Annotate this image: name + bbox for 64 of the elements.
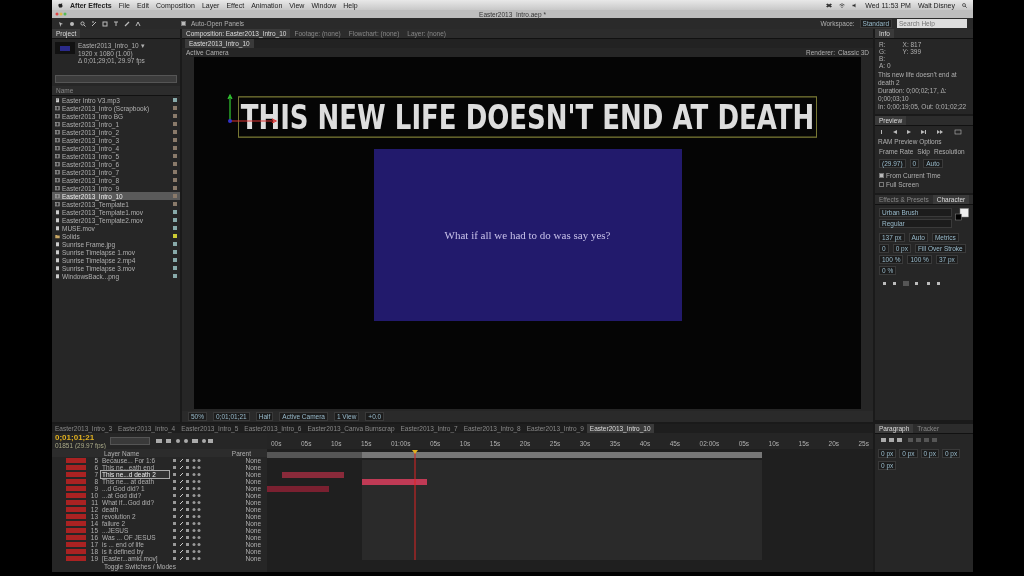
layer-switches-icon[interactable]	[172, 528, 202, 533]
layer-switches-icon[interactable]	[172, 521, 202, 526]
layer-label-swatch	[66, 507, 86, 512]
layer-label-swatch	[66, 528, 86, 533]
layer-label-swatch	[66, 486, 86, 491]
layer-label-swatch	[66, 479, 86, 484]
comp-thumbnail	[55, 42, 75, 54]
layer-label-swatch	[66, 472, 86, 477]
comp-icon	[55, 105, 60, 111]
comp-icon	[55, 153, 60, 159]
layer-label-swatch	[66, 535, 86, 540]
checkbox[interactable]	[181, 21, 186, 26]
layer-switches-icon[interactable]	[172, 542, 202, 547]
checkbox[interactable]	[879, 173, 884, 178]
fill-stroke-swatch-icon[interactable]	[955, 208, 969, 222]
layer-label-swatch	[66, 542, 86, 547]
comp-icon	[55, 169, 60, 175]
layer-switches-icon[interactable]	[172, 472, 202, 477]
comp-icon	[55, 193, 60, 199]
layer-switches-icon[interactable]	[172, 556, 202, 561]
layer-label-swatch	[66, 465, 86, 470]
layer-label-swatch	[66, 521, 86, 526]
search-field[interactable]	[55, 75, 177, 83]
comp-icon	[55, 129, 60, 135]
comp-icon	[55, 185, 60, 191]
tool-icon[interactable]	[80, 20, 86, 27]
checkbox[interactable]	[879, 182, 884, 187]
headline-text[interactable]: THIS NEW LIFE DOESN'T END AT DEATH	[237, 96, 818, 138]
tool-icon[interactable]	[91, 20, 97, 27]
question-text[interactable]: What if all we had to do was say yes?	[444, 229, 611, 241]
layer-switches-icon[interactable]	[172, 486, 202, 491]
comp-icon	[55, 137, 60, 143]
comp-icon	[55, 201, 60, 207]
layer-label-swatch	[66, 493, 86, 498]
search-field[interactable]	[109, 437, 150, 445]
current-time[interactable]: 0;01;01;21	[55, 433, 106, 442]
layer-switches-icon[interactable]	[172, 493, 202, 498]
layer-switches-icon[interactable]	[172, 535, 202, 540]
wifi-icon[interactable]	[839, 2, 846, 8]
layer-label-swatch	[66, 514, 86, 519]
layer-switches-icon[interactable]	[172, 479, 202, 484]
tool-icon[interactable]	[102, 20, 108, 27]
layer-label-swatch	[66, 500, 86, 505]
layer-label-swatch	[66, 458, 86, 463]
layer-switches-icon[interactable]	[172, 514, 202, 519]
layer-switches-icon[interactable]	[172, 507, 202, 512]
apple-icon[interactable]	[58, 2, 63, 8]
folder-icon	[55, 233, 60, 239]
timeline-tools-icon[interactable]	[153, 438, 214, 444]
comp-icon	[55, 113, 60, 119]
search-icon[interactable]	[962, 2, 967, 8]
volume-icon[interactable]	[852, 2, 859, 8]
layer-switches-icon[interactable]	[172, 500, 202, 505]
comp-icon	[55, 145, 60, 151]
layer-switches-icon[interactable]	[172, 549, 202, 554]
layer-switches-icon[interactable]	[172, 458, 202, 463]
layer-switches-icon[interactable]	[172, 465, 202, 470]
audio-icon	[55, 97, 60, 103]
layer-label-swatch	[66, 549, 86, 554]
layer-label-swatch	[66, 556, 86, 561]
comp-icon	[55, 177, 60, 183]
comp-icon	[55, 121, 60, 127]
comp-icon	[55, 161, 60, 167]
tool-icon[interactable]	[113, 20, 119, 27]
